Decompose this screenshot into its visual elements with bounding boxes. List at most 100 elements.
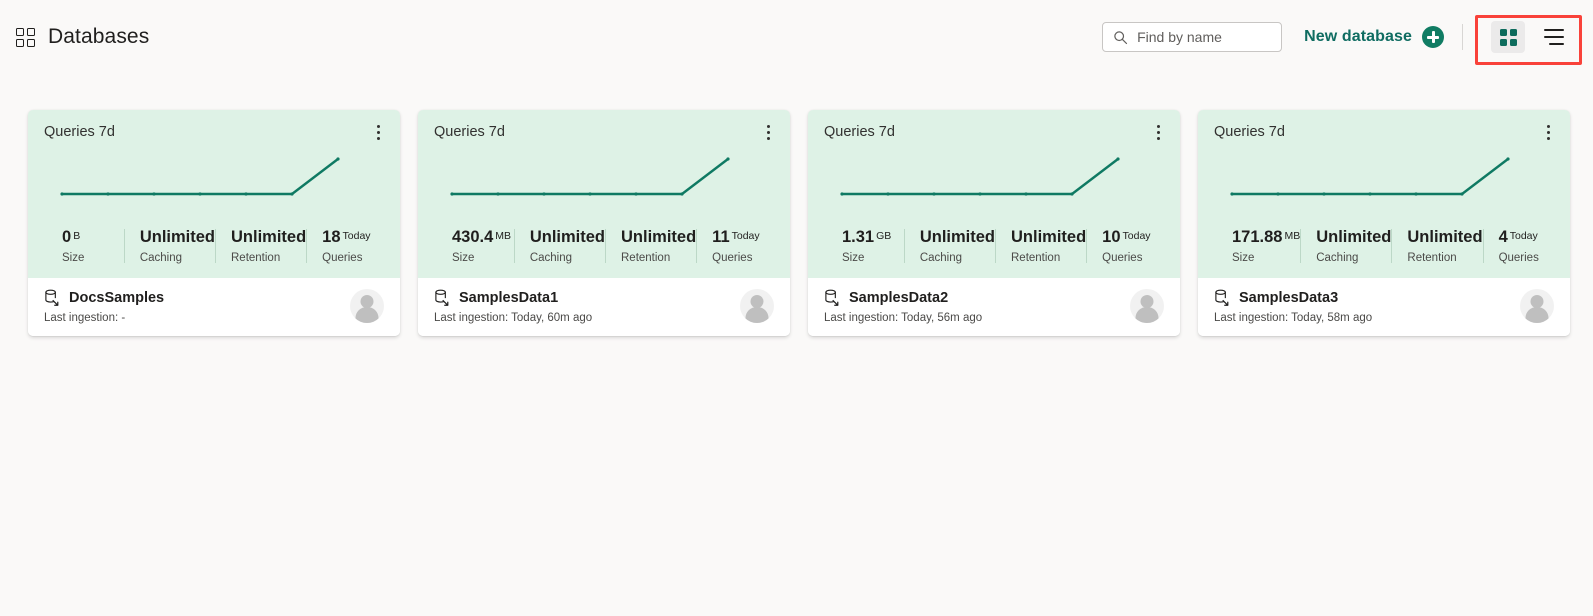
metric-size: 0B Size [44, 227, 124, 264]
card-chart-section: Queries 7d 0B Size Unlimited Caching Unl… [28, 110, 400, 278]
header-actions: New database [1102, 15, 1582, 65]
metric-queries-label: Queries [1498, 252, 1539, 264]
card-metrics: 430.4 MB Size Unlimited Caching Unlimited… [434, 227, 774, 268]
card-chart-section: Queries 7d 171.88 MB Size Unlimited Cachi… [1198, 110, 1570, 278]
metric-queries: 11 Today Queries [696, 227, 774, 264]
list-view-button[interactable] [1537, 21, 1571, 53]
grid-apps-icon [16, 27, 36, 48]
metric-queries: 18 Today Queries [306, 227, 384, 264]
metric-size-value: 171.88 [1232, 228, 1283, 246]
card-footer: DocsSamples Last ingestion: - [28, 278, 400, 336]
database-info: SamplesData3 Last ingestion: Today, 58m … [1214, 289, 1520, 324]
metric-caching-label: Caching [139, 252, 183, 264]
grid-view-icon [1499, 28, 1517, 46]
more-vertical-icon[interactable] [1150, 122, 1166, 142]
metric-queries-label: Queries [712, 252, 753, 264]
metric-caching: Unlimited Caching [513, 227, 605, 264]
database-icon [1215, 289, 1229, 306]
metric-size: 430.4 MB Size [434, 227, 514, 264]
new-database-button[interactable]: New database [1304, 26, 1444, 48]
metric-caching-value: Unlimited [1316, 228, 1392, 246]
metric-caching: Unlimited Caching [1300, 227, 1391, 264]
database-info: SamplesData2 Last ingestion: Today, 56m … [824, 289, 1130, 324]
database-card[interactable]: Queries 7d 171.88 MB Size Unlimited Cachi… [1198, 110, 1570, 336]
queries-sparkline [1230, 157, 1510, 196]
metric-queries-unit: Today [1509, 230, 1538, 242]
more-vertical-icon[interactable] [760, 122, 776, 142]
user-avatar-icon [740, 289, 774, 323]
database-icon [45, 289, 59, 306]
metric-size-unit: MB [1284, 230, 1301, 242]
card-footer: SamplesData3 Last ingestion: Today, 58m … [1198, 278, 1570, 336]
metric-caching-value: Unlimited [529, 228, 605, 246]
metric-size-label: Size [842, 252, 865, 264]
database-info: DocsSamples Last ingestion: - [44, 289, 350, 324]
metric-retention-label: Retention [231, 252, 281, 264]
grid-view-button[interactable] [1491, 21, 1525, 53]
list-view-icon [1544, 29, 1564, 45]
page-header: Databases New database [0, 0, 1593, 74]
metric-retention-label: Retention [1011, 252, 1061, 264]
metric-caching: Unlimited Caching [903, 227, 995, 264]
metric-retention-value: Unlimited [231, 228, 307, 246]
view-toggle-group [1475, 15, 1582, 65]
database-card[interactable]: Queries 7d 430.4 MB Size Unlimited Cachin… [418, 110, 790, 336]
metric-size-value: 0 [62, 228, 72, 246]
database-name[interactable]: DocsSamples [69, 290, 164, 306]
metric-caching-label: Caching [919, 252, 963, 264]
metric-size: 171.88 MB Size [1214, 227, 1300, 264]
search-box[interactable] [1102, 22, 1283, 52]
metric-retention-label: Retention [1407, 252, 1457, 264]
database-card[interactable]: Queries 7d 1.31 GB Size Unlimited Caching [808, 110, 1180, 336]
database-name[interactable]: SamplesData3 [1239, 290, 1338, 306]
metric-queries-unit: Today [342, 230, 371, 242]
metric-queries-value: 10 [1102, 228, 1121, 246]
card-metrics: 1.31 GB Size Unlimited Caching Unlimited … [824, 227, 1164, 268]
metric-size: 1.31 GB Size [824, 227, 904, 264]
user-avatar-icon [1130, 289, 1164, 323]
metric-size-label: Size [62, 252, 85, 264]
queries-sparkline [60, 157, 340, 196]
metric-size-unit: MB [495, 230, 512, 242]
last-ingestion: Last ingestion: Today, 58m ago [1214, 311, 1373, 324]
metric-size-unit: GB [876, 230, 892, 242]
metric-queries-unit: Today [1122, 230, 1151, 242]
database-name[interactable]: SamplesData2 [849, 290, 948, 306]
database-card-grid: Queries 7d 0B Size Unlimited Caching Unl… [0, 74, 1593, 336]
page-title: Databases [48, 25, 150, 48]
metric-queries: 4 Today Queries [1482, 227, 1554, 264]
metric-queries-value: 11 [712, 228, 730, 246]
metric-retention: Unlimited Retention [605, 227, 696, 264]
metric-queries-value: 4 [1498, 228, 1508, 246]
new-database-label: New database [1304, 28, 1412, 45]
card-metrics: 0B Size Unlimited Caching Unlimited Rete… [44, 227, 384, 268]
card-chart-section: Queries 7d 430.4 MB Size Unlimited Cachin… [418, 110, 790, 278]
metric-caching: Unlimited Caching [123, 227, 215, 264]
metric-caching-value: Unlimited [139, 228, 215, 246]
queries-sparkline [450, 157, 730, 196]
title-group: Databases [16, 25, 149, 49]
more-vertical-icon[interactable] [1540, 122, 1556, 142]
database-icon [825, 289, 839, 306]
metric-caching-label: Caching [1316, 252, 1359, 264]
chart-title: Queries 7d [824, 124, 895, 140]
card-metrics: 171.88 MB Size Unlimited Caching Unlimite… [1214, 227, 1554, 268]
metric-retention-value: Unlimited [1011, 228, 1087, 246]
card-chart-section: Queries 7d 1.31 GB Size Unlimited Caching [808, 110, 1180, 278]
plus-circle-icon [1422, 26, 1444, 48]
metric-size-value: 1.31 [842, 228, 875, 246]
database-name[interactable]: SamplesData1 [459, 290, 558, 306]
metric-retention-value: Unlimited [1407, 228, 1483, 246]
database-icon [435, 289, 449, 306]
database-card[interactable]: Queries 7d 0B Size Unlimited Caching Unl… [28, 110, 400, 336]
metric-queries: 10 Today Queries [1086, 227, 1164, 264]
metric-queries-value: 18 [322, 228, 341, 246]
user-avatar-icon [350, 289, 384, 323]
more-vertical-icon[interactable] [370, 122, 386, 142]
metric-queries-unit: Today [731, 230, 760, 242]
search-icon [1114, 30, 1128, 44]
chart-title: Queries 7d [434, 124, 505, 140]
search-input[interactable] [1137, 29, 1272, 45]
metric-retention: Unlimited Retention [995, 227, 1086, 264]
chart-title: Queries 7d [44, 124, 115, 140]
